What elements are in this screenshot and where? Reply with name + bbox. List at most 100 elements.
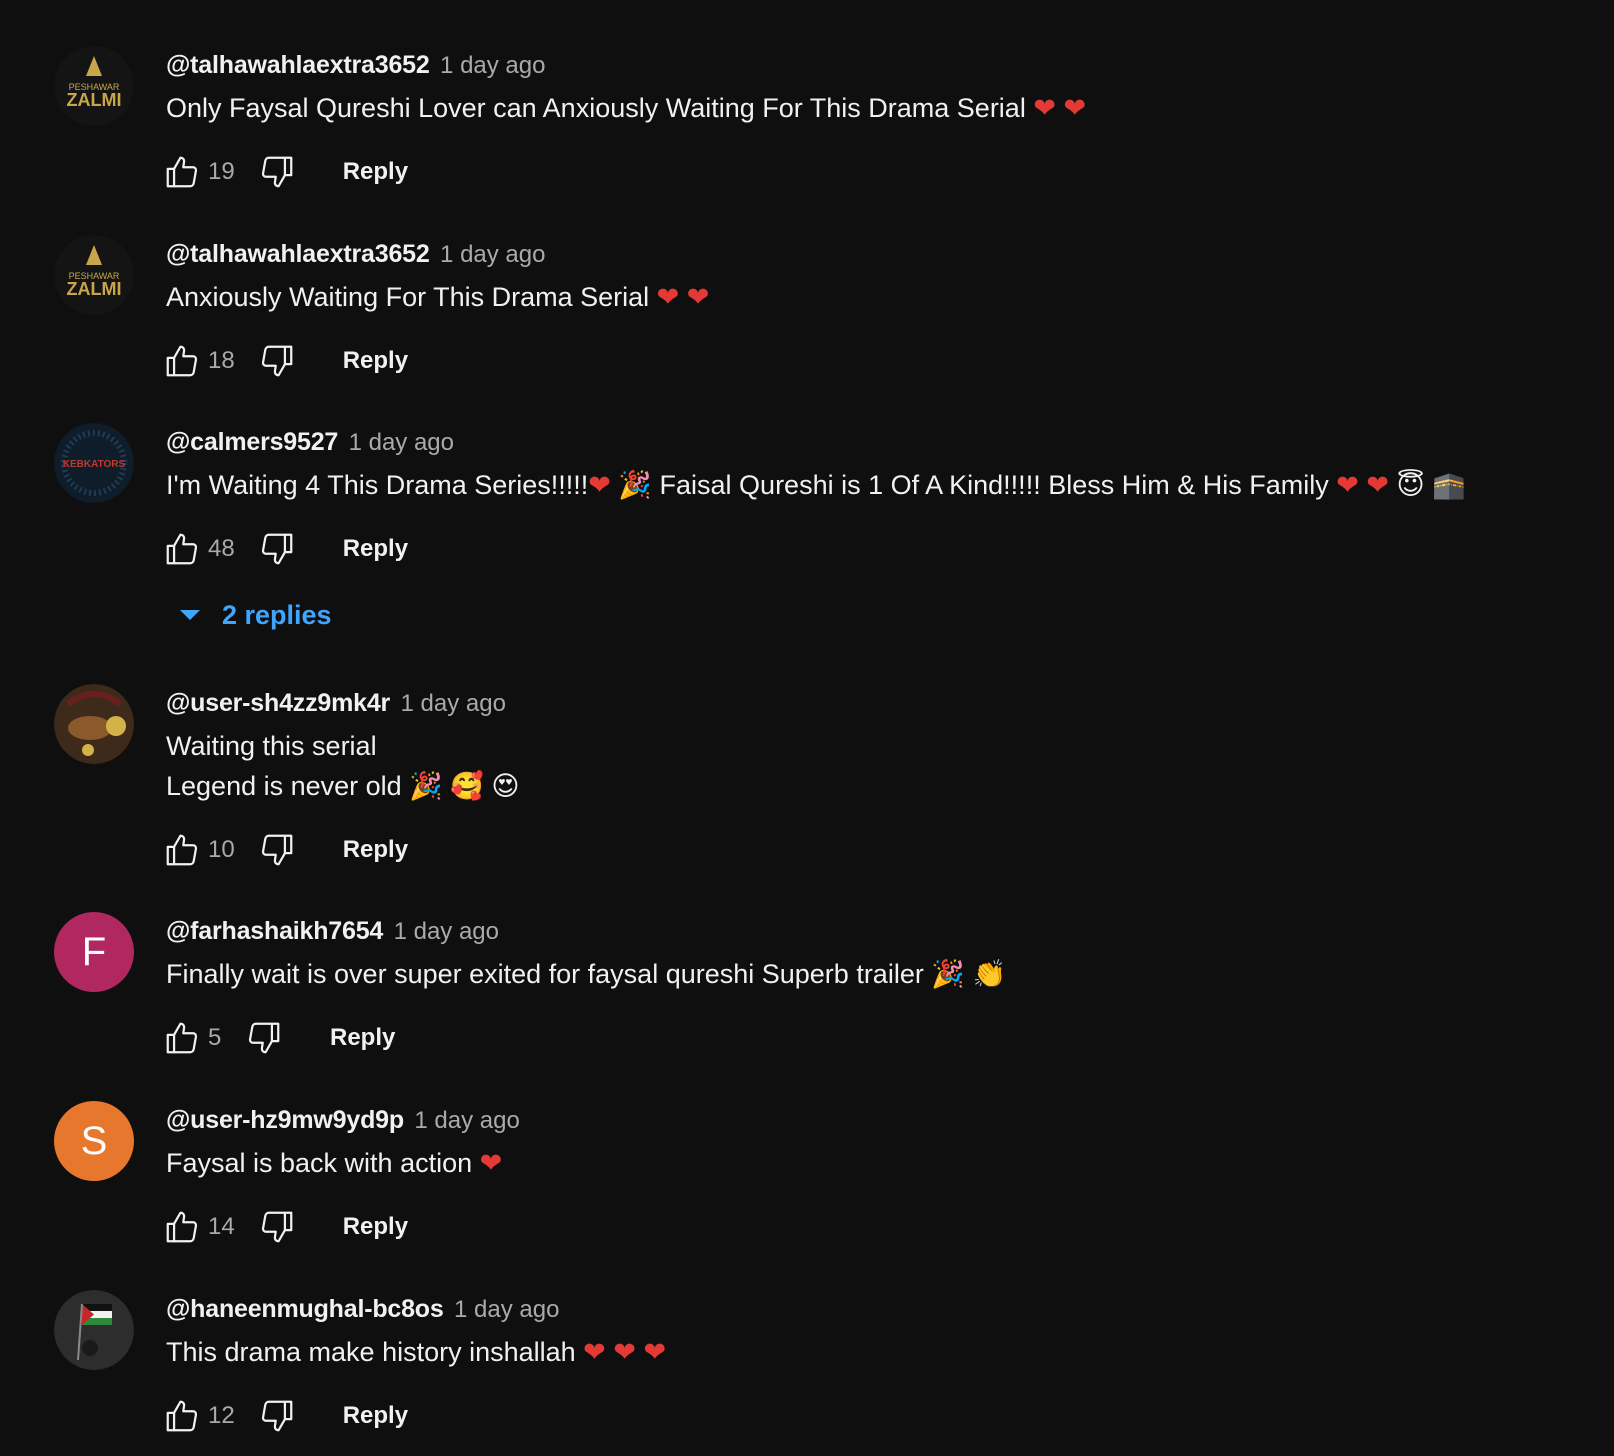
comment-author[interactable]: @farhashaikh7654 <box>166 917 383 945</box>
reply-button[interactable]: Reply <box>343 1205 408 1249</box>
like-button[interactable] <box>160 1394 204 1438</box>
svg-text:ZALMI: ZALMI <box>67 279 122 299</box>
avatar-letter: F <box>81 929 107 974</box>
comment-toolbar: 5 Reply <box>160 1016 395 1060</box>
comment-line: Only Faysal Qureshi Lover can Anxiously … <box>166 93 1087 123</box>
thumbs-down-icon <box>261 156 293 188</box>
comment-text: Faysal is back with action ❤ <box>166 1143 502 1183</box>
dislike-button[interactable] <box>255 150 299 194</box>
comment-text: Waiting this serial Legend is never old … <box>166 726 520 806</box>
caret-down-icon <box>180 610 200 620</box>
comment-text: Finally wait is over super exited for fa… <box>166 954 1006 994</box>
like-button[interactable] <box>160 339 204 383</box>
comment-text: This drama make history inshallah ❤ ❤ ❤ <box>166 1332 666 1372</box>
like-button[interactable] <box>160 150 204 194</box>
comment-toolbar: 12 Reply <box>160 1394 408 1438</box>
thumbs-down-icon <box>261 1400 293 1432</box>
comment-header: @haneenmughal-bc8os 1 day ago <box>166 1294 559 1324</box>
dislike-button[interactable] <box>255 828 299 872</box>
comment-time[interactable]: 1 day ago <box>401 690 506 717</box>
thumbs-up-icon <box>166 156 198 188</box>
avatar[interactable]: S <box>54 1101 134 1181</box>
reply-button[interactable]: Reply <box>343 527 408 571</box>
comment-header: @talhawahlaextra3652 1 day ago <box>166 239 545 269</box>
comment-header: @farhashaikh7654 1 day ago <box>166 916 499 946</box>
comment-author[interactable]: @user-sh4zz9mk4r <box>166 689 390 717</box>
comment-line: This drama make history inshallah ❤ ❤ ❤ <box>166 1337 667 1367</box>
comment-header: @user-sh4zz9mk4r 1 day ago <box>166 688 506 718</box>
reply-button[interactable]: Reply <box>343 1394 408 1438</box>
comment-line: Waiting this serial <box>166 731 377 761</box>
like-count: 18 <box>208 347 235 374</box>
comment-line: Finally wait is over super exited for fa… <box>166 959 1007 989</box>
comment-author[interactable]: @talhawahlaextra3652 <box>166 51 430 79</box>
comment-time[interactable]: 1 day ago <box>414 1107 519 1134</box>
comment-header: @user-hz9mw9yd9p 1 day ago <box>166 1105 520 1135</box>
dislike-button[interactable] <box>242 1016 286 1060</box>
thumbs-down-icon <box>261 345 293 377</box>
avatar[interactable]: F <box>54 912 134 992</box>
comment-line: Faysal is back with action ❤ <box>166 1148 503 1178</box>
comment-author[interactable]: @calmers9527 <box>166 428 338 456</box>
comment-toolbar: 48 Reply <box>160 527 408 571</box>
thumbs-down-icon <box>261 834 293 866</box>
comment-time[interactable]: 1 day ago <box>349 429 454 456</box>
comment-author[interactable]: @talhawahlaextra3652 <box>166 240 430 268</box>
thumbs-down-icon <box>261 1211 293 1243</box>
dislike-button[interactable] <box>255 527 299 571</box>
comment-time[interactable]: 1 day ago <box>394 918 499 945</box>
comment-header: @calmers9527 1 day ago <box>166 427 454 457</box>
like-count: 48 <box>208 535 235 562</box>
like-count: 19 <box>208 158 235 185</box>
thumbs-up-icon <box>166 345 198 377</box>
like-count: 14 <box>208 1213 235 1240</box>
like-button[interactable] <box>160 527 204 571</box>
reply-button[interactable]: Reply <box>343 339 408 383</box>
replies-count: 2 replies <box>222 599 332 630</box>
reply-button[interactable]: Reply <box>330 1016 395 1060</box>
thumbs-down-icon <box>261 533 293 565</box>
dislike-button[interactable] <box>255 1394 299 1438</box>
dislike-button[interactable] <box>255 1205 299 1249</box>
thumbs-down-icon <box>248 1022 280 1054</box>
avatar-letter: S <box>80 1118 108 1163</box>
reply-button[interactable]: Reply <box>343 828 408 872</box>
thumbs-up-icon <box>166 1022 198 1054</box>
avatar[interactable] <box>54 1290 134 1370</box>
comment-line: Legend is never old 🎉 🥰 😍 <box>166 771 520 801</box>
like-button[interactable] <box>160 1016 204 1060</box>
comment-time[interactable]: 1 day ago <box>454 1296 559 1323</box>
thumbs-up-icon <box>166 1211 198 1243</box>
comment-time[interactable]: 1 day ago <box>440 52 545 79</box>
comments-section: PESHAWAR ZALMI @talhawahlaextra3652 1 da… <box>0 0 1614 1456</box>
view-replies-button[interactable]: 2 replies <box>170 593 332 637</box>
comment-author[interactable]: @haneenmughal-bc8os <box>166 1295 444 1323</box>
dislike-button[interactable] <box>255 339 299 383</box>
thumbs-up-icon <box>166 1400 198 1432</box>
comment-header: @talhawahlaextra3652 1 day ago <box>166 50 545 80</box>
thumbs-up-icon <box>166 834 198 866</box>
comment-text: Only Faysal Qureshi Lover can Anxiously … <box>166 88 1086 128</box>
comment-author[interactable]: @user-hz9mw9yd9p <box>166 1106 404 1134</box>
avatar[interactable] <box>54 684 134 764</box>
comment-time[interactable]: 1 day ago <box>440 241 545 268</box>
svg-text:KEBKATORS: KEBKATORS <box>63 459 126 470</box>
avatar[interactable]: PESHAWAR ZALMI <box>54 235 134 315</box>
comment-toolbar: 14 Reply <box>160 1205 408 1249</box>
reply-button[interactable]: Reply <box>343 150 408 194</box>
like-button[interactable] <box>160 1205 204 1249</box>
like-count: 5 <box>208 1024 222 1051</box>
comment-toolbar: 10 Reply <box>160 828 408 872</box>
comment-line: Anxiously Waiting For This Drama Serial … <box>166 282 710 312</box>
svg-text:ZALMI: ZALMI <box>67 90 122 110</box>
comment-text: I'm Waiting 4 This Drama Series!!!!!❤ 🎉 … <box>166 465 1466 505</box>
like-button[interactable] <box>160 828 204 872</box>
comment-text: Anxiously Waiting For This Drama Serial … <box>166 277 709 317</box>
like-count: 12 <box>208 1402 235 1429</box>
comment-toolbar: 18 Reply <box>160 339 408 383</box>
avatar[interactable]: PESHAWAR ZALMI <box>54 46 134 126</box>
thumbs-up-icon <box>166 533 198 565</box>
comment-toolbar: 19 Reply <box>160 150 408 194</box>
like-count: 10 <box>208 836 235 863</box>
avatar[interactable]: KEBKATORS <box>54 423 134 503</box>
